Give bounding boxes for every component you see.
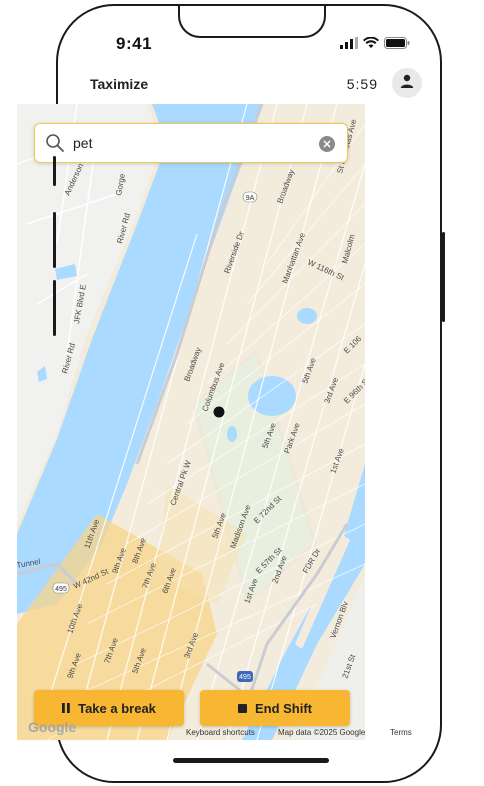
map-data-attribution: Map data ©2025 Google	[278, 728, 366, 737]
status-time: 9:41	[116, 34, 153, 53]
route-shield: 495	[52, 582, 70, 594]
keyboard-shortcuts-link[interactable]: Keyboard shortcuts	[186, 728, 255, 742]
svg-text:495: 495	[239, 674, 251, 681]
person-icon	[400, 74, 414, 93]
volume-down-button	[53, 280, 56, 336]
wifi-icon	[363, 36, 379, 54]
google-logo: Google	[28, 719, 77, 735]
end-shift-button[interactable]: End Shift	[200, 690, 350, 726]
shift-timer: 5:59	[346, 76, 378, 92]
profile-button[interactable]	[392, 68, 422, 98]
app-header: Taximize 5:59	[58, 62, 440, 110]
map-view[interactable]: Anderson Gorge River Rd JFK Blvd E River…	[17, 104, 365, 740]
end-shift-label: End Shift	[254, 700, 313, 716]
route-shield: 9A	[242, 191, 258, 203]
search-input[interactable]	[73, 132, 303, 154]
signal-icon	[340, 36, 358, 54]
battery-icon	[384, 36, 410, 54]
status-icons	[340, 36, 410, 54]
search-icon	[45, 133, 65, 158]
home-indicator	[173, 758, 329, 763]
search-bar[interactable]	[34, 123, 348, 163]
close-icon	[323, 135, 331, 153]
stop-icon	[237, 701, 247, 716]
location-marker	[213, 406, 225, 418]
route-shield: 495	[237, 671, 253, 682]
mute-switch	[53, 156, 56, 186]
app-title: Taximize	[90, 76, 149, 92]
notch	[178, 6, 326, 38]
pause-icon	[62, 701, 70, 716]
svg-text:495: 495	[55, 586, 67, 593]
take-break-label: Take a break	[78, 700, 156, 716]
clear-search-button[interactable]	[319, 136, 335, 152]
svg-text:9A: 9A	[246, 195, 255, 202]
terms-link[interactable]: Terms	[390, 728, 412, 742]
volume-up-button	[53, 212, 56, 268]
power-button	[442, 232, 445, 322]
